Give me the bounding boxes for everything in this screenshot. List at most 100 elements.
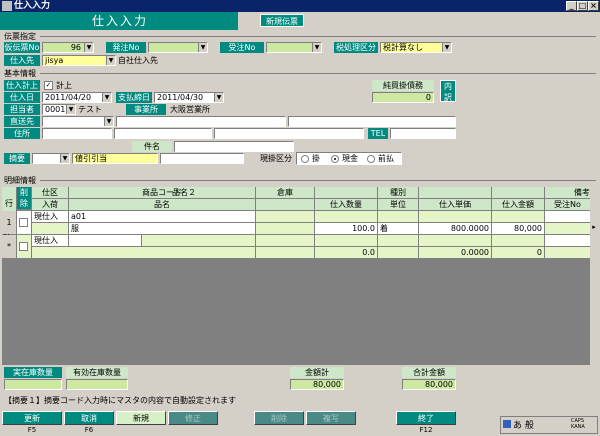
staff-label: 担当者 (4, 104, 40, 115)
cancel-button[interactable]: 取消 (64, 411, 114, 425)
supplier-code-field[interactable]: jisya ▼ (42, 55, 116, 66)
row-amount[interactable]: 0 (492, 247, 544, 258)
grid-header-remarks: 備考 (545, 187, 590, 198)
staff-code-field[interactable]: 0001 ▼ (42, 104, 76, 115)
order-no-field[interactable]: ▼ (148, 42, 208, 53)
pay-label: 現掛区分 (260, 154, 292, 163)
row-unit-price[interactable]: 800.0000 (419, 223, 491, 234)
row-unit[interactable] (378, 247, 418, 258)
grid-scrollbar[interactable]: ▸ (590, 187, 598, 367)
ship-name2-field[interactable] (288, 116, 456, 127)
update-button[interactable]: 更新 (2, 411, 62, 425)
ship-name-field[interactable] (116, 116, 286, 127)
chevron-down-icon[interactable]: ▼ (214, 93, 223, 102)
row-category[interactable] (378, 235, 418, 246)
basic-section-label: 基本情報 (4, 69, 36, 78)
total-value: 80,000 (402, 379, 456, 390)
row-code[interactable] (69, 235, 141, 246)
ship-code-field[interactable]: ▼ (42, 116, 114, 127)
close-date-field[interactable]: 2011/04/30 ▼ (154, 92, 224, 103)
pay-radio-credit[interactable] (301, 155, 309, 163)
payable-label: 純買掛債務 (372, 80, 434, 91)
row-kind[interactable]: 現仕入 (32, 235, 68, 246)
row-warehouse[interactable] (256, 235, 314, 246)
tax-select[interactable]: 税計算なし ▼ (380, 42, 452, 53)
tax-value: 税計算なし (383, 43, 423, 52)
row-warehouse[interactable] (256, 211, 314, 222)
row-unit-price[interactable]: 0.0000 (419, 247, 491, 258)
memo-field[interactable]: 値引引当 (72, 153, 158, 164)
row-blank (315, 235, 377, 246)
staff-code-value: 0001 (45, 105, 66, 114)
address-zip-field[interactable] (42, 128, 112, 139)
exit-button[interactable]: 終了 (396, 411, 456, 425)
row-code[interactable]: a01 (69, 211, 255, 222)
mode-badge: 新規伝票 (260, 14, 304, 27)
chevron-down-icon[interactable]: ▼ (104, 117, 113, 126)
row-delete-checkbox[interactable] (19, 218, 28, 227)
row-qty[interactable]: 0.0 (315, 247, 377, 258)
grid-header-blank3 (492, 187, 544, 198)
subject-field[interactable] (174, 141, 294, 152)
row-order-no[interactable] (545, 223, 590, 234)
scroll-arrow-icon[interactable]: ▸ (590, 223, 598, 231)
date-value: 2011/04/20 (45, 93, 92, 102)
stock-value (4, 379, 62, 390)
detail-grid: 行No 削除 仕区 商品コード 倉庫 種別 備考 品名２ 入荷 品名 仕入数量 … (2, 187, 598, 365)
row-amount[interactable]: 80,000 (492, 223, 544, 234)
chevron-down-icon[interactable]: ▼ (312, 43, 321, 52)
row-kind[interactable]: 現仕入 (32, 211, 68, 222)
grid-header-unit: 単位 (378, 199, 418, 210)
grid-header-product-code: 商品コード (69, 187, 255, 198)
chevron-down-icon[interactable]: ▼ (198, 43, 207, 52)
copy-button[interactable]: 複写 (306, 411, 356, 425)
row-qty[interactable]: 100.0 (315, 223, 377, 234)
row-name[interactable]: 服 (69, 223, 255, 234)
row-blank (142, 235, 255, 246)
tax-label: 税処理区分 (334, 42, 378, 53)
address2-field[interactable] (214, 128, 364, 139)
delete-button[interactable]: 削除 (254, 411, 304, 425)
chevron-down-icon[interactable]: ▼ (442, 43, 451, 52)
pay-opt1-label: 掛 (312, 154, 320, 163)
ship-label: 直送先 (4, 116, 40, 127)
caps-indicator: CAPS KANA (571, 418, 585, 430)
close-button[interactable]: × (588, 1, 599, 11)
maximize-button[interactable]: □ (577, 1, 588, 11)
ime-icon[interactable] (503, 420, 511, 428)
pay-radio-cash[interactable] (331, 155, 339, 163)
post-checkbox[interactable]: ✓ (44, 81, 53, 90)
row-blank (492, 211, 544, 222)
pay-radio-group: 掛 現金 前払 (296, 152, 402, 165)
row-unit[interactable]: 着 (378, 223, 418, 234)
payable-value: 0 (372, 92, 434, 103)
chevron-down-icon[interactable]: ▼ (102, 93, 111, 102)
grid-header-category: 種別 (378, 187, 418, 198)
row-category[interactable] (378, 211, 418, 222)
date-field[interactable]: 2011/04/20 ▼ (42, 92, 112, 103)
chevron-down-icon[interactable]: ▼ (106, 56, 115, 65)
ime-mode[interactable]: あ 般 (513, 418, 534, 431)
memo2-field[interactable] (160, 153, 244, 164)
breakdown-button[interactable]: 内訳 (440, 80, 456, 102)
address1-field[interactable] (114, 128, 212, 139)
new-button[interactable]: 新規 (116, 411, 166, 425)
receive-no-field[interactable]: ▼ (266, 42, 322, 53)
row-order-no[interactable] (545, 247, 590, 258)
row-remarks[interactable] (545, 211, 590, 222)
edit-button[interactable]: 修正 (168, 411, 218, 425)
close-date-label: 支払締日 (116, 92, 152, 103)
chevron-down-icon[interactable]: ▼ (66, 105, 75, 114)
row-delete-checkbox[interactable] (19, 242, 28, 251)
minimize-button[interactable]: _ (566, 1, 577, 11)
row-remarks[interactable] (545, 235, 590, 246)
chevron-down-icon[interactable]: ▼ (84, 43, 93, 52)
chevron-down-icon[interactable]: ▼ (60, 154, 69, 163)
memo-code-field[interactable]: ▼ (32, 153, 70, 164)
pay-radio-prepay[interactable] (367, 155, 375, 163)
grid-header-blank2 (419, 187, 491, 198)
slip-no-field[interactable]: 96 ▼ (42, 42, 94, 53)
tel-field[interactable] (390, 128, 456, 139)
row-name[interactable] (32, 247, 255, 258)
row-arrival[interactable] (32, 223, 68, 234)
